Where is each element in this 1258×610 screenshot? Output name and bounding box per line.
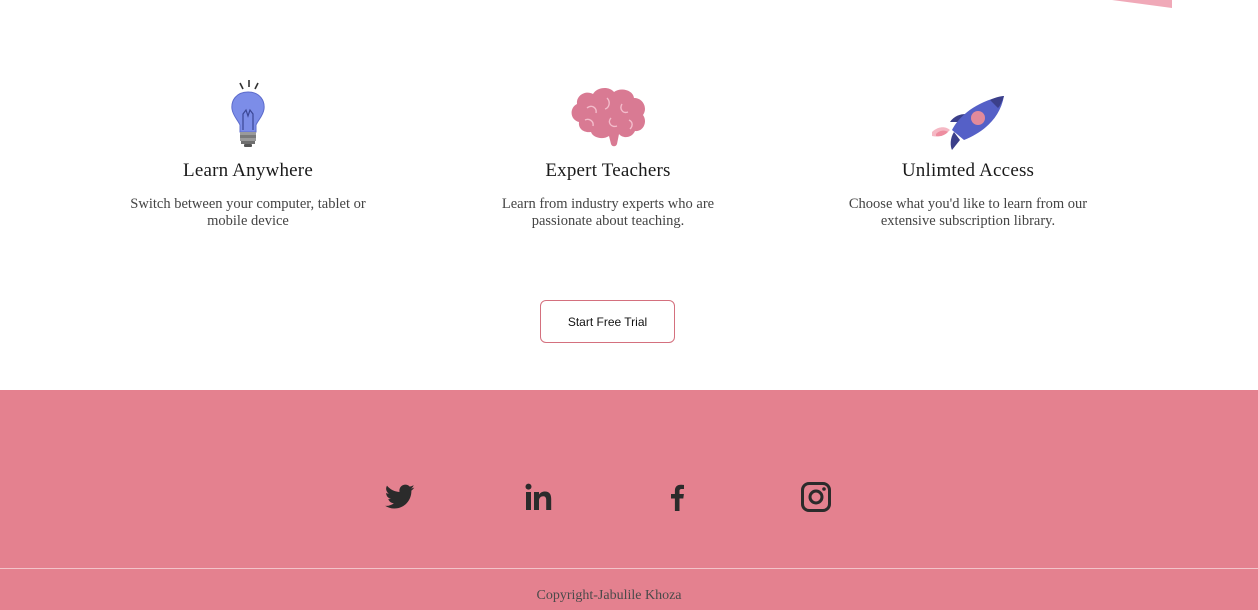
twitter-icon[interactable] [383, 480, 417, 514]
start-free-trial-button[interactable]: Start Free Trial [540, 300, 675, 343]
brain-icon [468, 72, 748, 152]
feature-title: Expert Teachers [545, 160, 671, 181]
feature-description: Learn from industry experts who are pass… [501, 196, 715, 229]
feature-learn-anywhere: Learn Anywhere Switch between your compu… [108, 72, 388, 230]
feature-expert-teachers: Expert Teachers Learn from industry expe… [468, 72, 748, 230]
rocket-icon [828, 72, 1108, 152]
linkedin-icon[interactable] [521, 480, 555, 514]
copyright-text: Copyright-Jabulile Khoza [536, 588, 682, 603]
lightbulb-icon [108, 72, 388, 152]
feature-title: Unlimted Access [901, 160, 1035, 181]
facebook-icon[interactable] [660, 480, 694, 514]
footer-divider [0, 568, 1258, 569]
feature-description: Choose what you'd like to learn from our… [848, 196, 1088, 229]
feature-title: Learn Anywhere [183, 160, 313, 181]
feature-unlimited-access: Unlimted Access Choose what you'd like t… [828, 72, 1108, 230]
footer: Copyright-Jabulile Khoza [0, 390, 1258, 610]
instagram-icon[interactable] [799, 480, 833, 514]
feature-description: Switch between your computer, tablet or … [130, 196, 366, 229]
